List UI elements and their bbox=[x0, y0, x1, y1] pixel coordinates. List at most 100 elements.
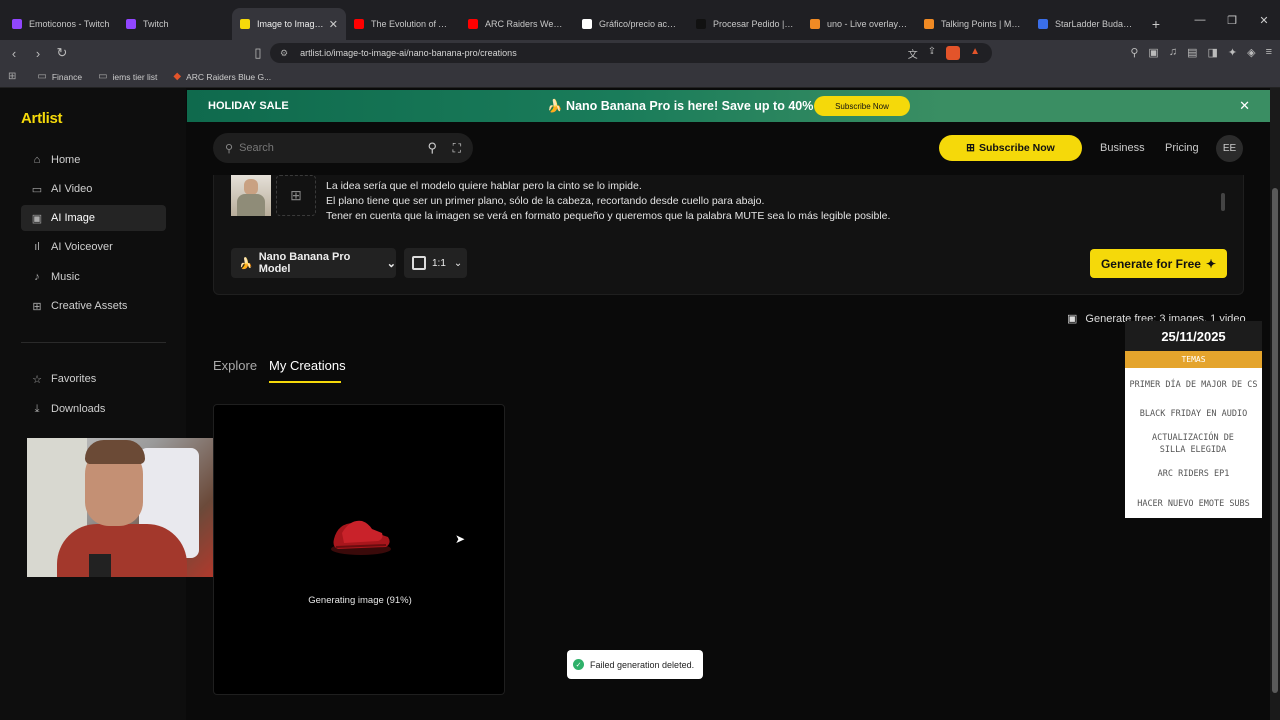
browser-tab[interactable]: Gráfico/precio acciones bbox=[574, 8, 688, 40]
browser-tab-active[interactable]: Image to Image AI ✕ bbox=[232, 8, 346, 40]
gift-icon: ▣ bbox=[1067, 313, 1078, 325]
folder-icon: ▭ bbox=[98, 71, 108, 82]
sidebar-item-label: Music bbox=[51, 271, 80, 283]
sidebar-item-ai-image[interactable]: ▣ AI Image bbox=[21, 205, 166, 231]
sidebar-item-label: AI Video bbox=[51, 183, 93, 195]
business-link[interactable]: Business bbox=[1100, 142, 1145, 154]
bookmark-icon[interactable]: ▯ bbox=[248, 45, 268, 61]
close-tab-icon[interactable]: ✕ bbox=[329, 18, 338, 31]
translate-icon[interactable]: 文 bbox=[908, 46, 918, 61]
page-scrollbar[interactable] bbox=[1270, 88, 1280, 720]
bookmark-arc[interactable]: ◆ ARC Raiders Blue G... bbox=[173, 71, 271, 82]
banner-subscribe-button[interactable]: Subscribe Now bbox=[814, 96, 910, 116]
sidebar: Artlist ⌂ Home ▭ AI Video ▣ AI Image ıl AI V… bbox=[0, 88, 186, 720]
sidebar-item-creative-assets[interactable]: ⊞ Creative Assets bbox=[21, 293, 166, 319]
browser-tab[interactable]: StarLadder Budapest M bbox=[1030, 8, 1144, 40]
tab-explore[interactable]: Explore bbox=[213, 358, 257, 373]
sale-label: HOLIDAY SALE bbox=[208, 100, 289, 112]
vpn-icon[interactable]: ◈ bbox=[1247, 46, 1255, 59]
sidebar-item-music[interactable]: ♪ Music bbox=[21, 264, 166, 290]
ratio-label: 1:1 bbox=[432, 257, 446, 269]
share-icon[interactable]: ⇪ bbox=[928, 46, 936, 61]
prompt-line: El plano tiene que ser un primer plano, … bbox=[326, 195, 765, 207]
brave-shields-icon[interactable] bbox=[946, 45, 961, 60]
sidebar-item-ai-voiceover[interactable]: ıl AI Voiceover bbox=[21, 234, 166, 260]
subscribe-button[interactable]: ⊞ Subscribe Now bbox=[939, 135, 1082, 161]
chevron-down-icon: ⌄ bbox=[453, 257, 463, 269]
reload-icon[interactable]: ↻ bbox=[52, 45, 72, 61]
tab-favicon-icon bbox=[582, 19, 592, 29]
creation-card[interactable]: Generating image (91%) bbox=[213, 404, 505, 695]
apps-icon[interactable]: ⊞ bbox=[8, 71, 21, 82]
search-input[interactable]: ⚲ Search ⚲ ⛶ bbox=[213, 133, 473, 163]
tab-favicon-icon bbox=[810, 19, 820, 29]
site-settings-icon[interactable]: ⚙ bbox=[280, 48, 288, 59]
active-tab-indicator bbox=[269, 381, 341, 383]
bookmark-label: ARC Raiders Blue G... bbox=[186, 71, 272, 82]
scrollbar-thumb[interactable] bbox=[1272, 188, 1278, 693]
tab-my-creations[interactable]: My Creations bbox=[269, 358, 346, 373]
extensions-area: ⚲ ▣ ♫ ▤ ◨ ✦ ◈ ≡ bbox=[1130, 46, 1272, 59]
aspect-ratio-select[interactable]: 1:1 ⌄ bbox=[404, 248, 467, 278]
sidebar-item-home[interactable]: ⌂ Home bbox=[21, 147, 166, 173]
webcam-overlay bbox=[27, 438, 215, 577]
mouse-cursor-icon: ➤ bbox=[455, 532, 466, 546]
browser-tab[interactable]: uno - Live overlays for bbox=[802, 8, 916, 40]
media-icon[interactable]: ♫ bbox=[1169, 46, 1177, 59]
browser-tab[interactable]: Emoticonos - Twitch bbox=[4, 8, 118, 40]
image-search-icon[interactable]: ⛶ bbox=[453, 141, 461, 156]
grid-icon: ⊞ bbox=[32, 300, 42, 313]
prompt-textarea[interactable]: La idea sería que el modelo quiere habla… bbox=[326, 179, 890, 224]
close-icon[interactable]: ✕ bbox=[1239, 98, 1250, 114]
forward-icon[interactable]: › bbox=[28, 46, 48, 61]
browser-tab[interactable]: Procesar Pedido | Mue bbox=[688, 8, 802, 40]
home-icon: ⌂ bbox=[33, 154, 41, 166]
sidebar-toggle-icon[interactable]: ▤ bbox=[1187, 46, 1197, 59]
rewards-icon[interactable]: ▲ bbox=[970, 46, 980, 61]
download-icon: ⤓ bbox=[34, 402, 40, 415]
wallet-icon[interactable]: ◨ bbox=[1207, 46, 1217, 59]
tab-favicon-icon bbox=[12, 19, 22, 29]
close-window-icon[interactable]: ✕ bbox=[1248, 14, 1280, 27]
artlist-logo[interactable]: Artlist bbox=[21, 110, 63, 127]
tab-title: ARC Raiders Weapon T bbox=[485, 19, 566, 29]
pricing-link[interactable]: Pricing bbox=[1165, 142, 1199, 154]
browser-tab[interactable]: The Evolution of ARC R bbox=[346, 8, 460, 40]
sidebar-item-ai-video[interactable]: ▭ AI Video bbox=[21, 176, 166, 202]
add-image-button[interactable]: ⊞ bbox=[276, 175, 316, 216]
tab-favicon-icon bbox=[924, 19, 934, 29]
tab-title: Gráfico/precio acciones bbox=[599, 19, 680, 29]
tab-title: Procesar Pedido | Mue bbox=[713, 19, 794, 29]
extensions-icon[interactable]: ⚲ bbox=[1130, 46, 1138, 59]
bookmark-iems[interactable]: ▭ iems tier list bbox=[98, 71, 157, 82]
image-icon: ▣ bbox=[31, 212, 43, 225]
model-select[interactable]: 🍌 Nano Banana Pro Model ⌄ bbox=[231, 248, 396, 278]
star-icon: ☆ bbox=[32, 373, 42, 386]
browser-tab[interactable]: ARC Raiders Weapon T bbox=[460, 8, 574, 40]
sidebar-item-label: Downloads bbox=[51, 403, 106, 415]
tab-favicon-icon bbox=[696, 19, 706, 29]
sparkle-icon: ✦ bbox=[1205, 256, 1217, 271]
tab-title: Talking Points | Mome bbox=[941, 19, 1022, 29]
browser-tab[interactable]: Twitch bbox=[118, 8, 232, 40]
tab-title: The Evolution of ARC R bbox=[371, 19, 452, 29]
reference-image[interactable] bbox=[231, 175, 271, 216]
menu-icon[interactable]: ≡ bbox=[1266, 46, 1272, 59]
generate-button[interactable]: Generate for Free ✦ bbox=[1090, 249, 1227, 278]
sidebar-item-favorites[interactable]: ☆ Favorites bbox=[21, 366, 166, 392]
search-submit-icon[interactable]: ⚲ bbox=[427, 140, 437, 156]
avatar[interactable]: EE bbox=[1216, 135, 1243, 162]
bookmark-finance[interactable]: ▭ Finance bbox=[37, 71, 82, 82]
minimize-icon[interactable]: — bbox=[1184, 14, 1216, 26]
browser-tab[interactable]: Talking Points | Mome bbox=[916, 8, 1030, 40]
leo-icon[interactable]: ✦ bbox=[1228, 46, 1237, 59]
sidebar-item-downloads[interactable]: ⤓ Downloads bbox=[21, 396, 166, 422]
prompt-scrollbar[interactable] bbox=[1221, 193, 1225, 211]
url-field[interactable]: ⚙ artlist.io/image-to-image-ai/nano-bana… bbox=[270, 43, 992, 63]
tabs-icon[interactable]: ▣ bbox=[1148, 46, 1158, 59]
restore-icon[interactable]: ❐ bbox=[1216, 14, 1248, 27]
new-tab-icon[interactable]: + bbox=[1144, 8, 1168, 40]
arc-favicon-icon: ◆ bbox=[173, 71, 182, 82]
back-icon[interactable]: ‹ bbox=[4, 46, 24, 61]
shoe-preview-image bbox=[331, 520, 391, 555]
